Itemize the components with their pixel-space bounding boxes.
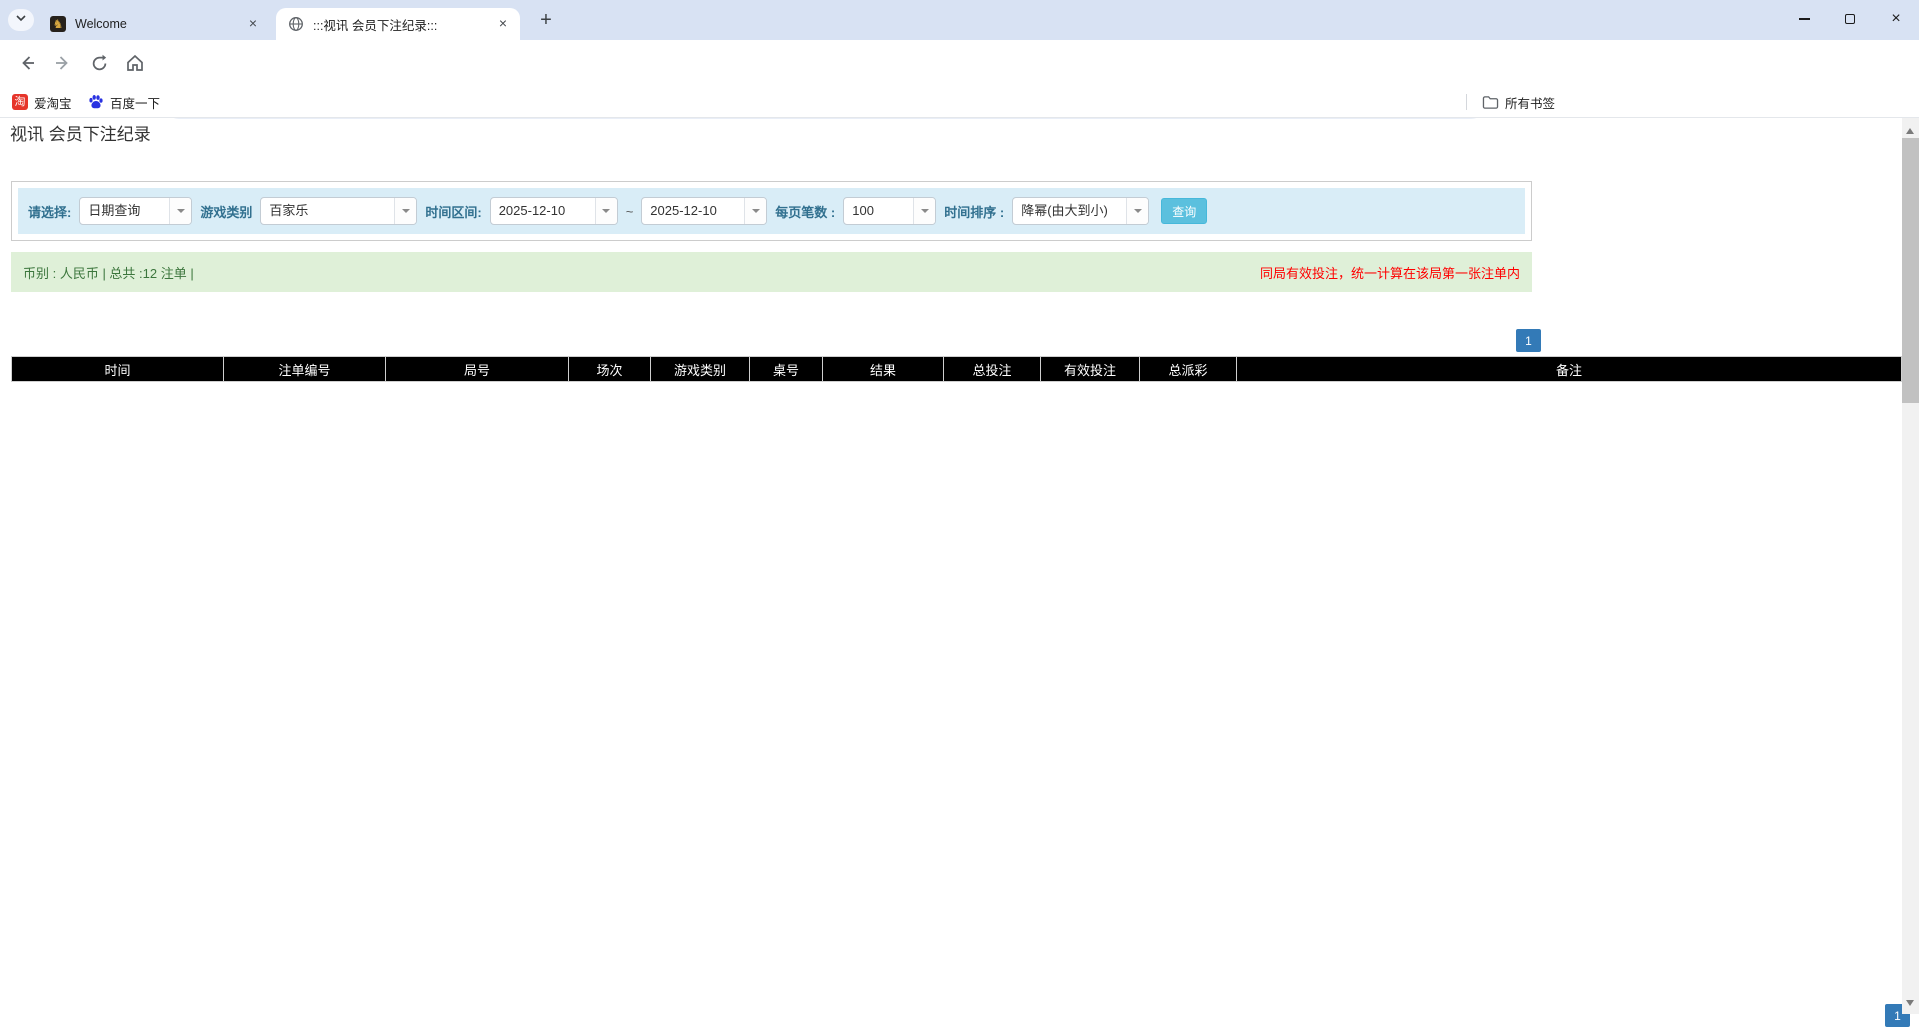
window-controls: × [1781, 0, 1919, 38]
baidu-paw-icon [88, 94, 104, 110]
bookmarks-bar: 淘 爱淘宝 百度一下 所有书签 [0, 86, 1919, 118]
summary-bar: 币别 : 人民币 | 总共 :12 注单 | 同局有效投注，统一计算在该局第一张… [11, 252, 1532, 292]
date-start-value: 2025-12-10 [491, 198, 595, 224]
column-header: 总派彩 [1140, 357, 1237, 382]
column-header: 游戏类别 [651, 357, 750, 382]
bookmark-label: 百度一下 [110, 93, 160, 112]
scroll-down-icon[interactable] [1906, 1000, 1914, 1010]
valid-bet-note: 同局有效投注，统一计算在该局第一张注单内 [1260, 263, 1520, 282]
date-end-value: 2025-12-10 [642, 198, 744, 224]
chevron-down-icon [15, 11, 27, 29]
select-label: 请选择: [28, 202, 71, 221]
search-button[interactable]: 查询 [1161, 198, 1207, 224]
all-bookmarks-button[interactable]: 所有书签 [1482, 92, 1555, 112]
chevron-down-icon[interactable] [595, 198, 617, 224]
currency-summary: 币别 : 人民币 | 总共 :12 注单 | [23, 263, 194, 282]
tab-welcome[interactable]: ♞ Welcome × [38, 8, 270, 40]
column-header: 注单编号 [224, 357, 386, 382]
tab-title: :::视讯 会员下注纪录::: [313, 15, 494, 34]
query-type-value: 日期查询 [80, 198, 169, 224]
column-header: 结果 [823, 357, 944, 382]
chevron-down-icon[interactable] [744, 198, 766, 224]
filter-panel: 请选择: 日期查询 游戏类别 百家乐 时间区间: 2025-12-10 ~ 20… [11, 181, 1532, 241]
column-header: 总投注 [944, 357, 1041, 382]
tab-title: Welcome [75, 17, 244, 31]
column-header: 场次 [569, 357, 651, 382]
chevron-down-icon[interactable] [394, 198, 416, 224]
chevron-down-icon[interactable] [1126, 198, 1148, 224]
back-button[interactable] [14, 53, 40, 73]
bookmark-baidu[interactable]: 百度一下 [88, 92, 160, 112]
reload-icon [90, 54, 109, 73]
column-header: 桌号 [750, 357, 823, 382]
per-page-value: 100 [844, 198, 913, 224]
close-window-button[interactable]: × [1873, 0, 1919, 38]
vertical-scrollbar[interactable] [1902, 118, 1919, 1014]
home-button[interactable] [122, 53, 148, 73]
close-tab-icon[interactable]: × [494, 15, 512, 33]
minimize-icon [1799, 18, 1810, 20]
forward-icon [53, 53, 73, 73]
range-separator: ~ [626, 204, 634, 219]
query-type-select[interactable]: 日期查询 [79, 197, 192, 225]
close-tab-icon[interactable]: × [244, 15, 262, 33]
forward-button[interactable] [50, 53, 76, 73]
game-type-select[interactable]: 百家乐 [260, 197, 417, 225]
bookmark-label: 爱淘宝 [34, 93, 72, 112]
game-type-label: 游戏类别 [200, 202, 252, 221]
bet-record-table: 时间注单编号局号场次游戏类别桌号结果总投注有效投注总派彩备注 [11, 356, 1902, 382]
back-icon [17, 53, 37, 73]
browser-toolbar: 66cxkj98.com/game/betrecord_search/kind3… [0, 40, 1919, 86]
home-icon [125, 53, 145, 73]
all-bookmarks-label: 所有书签 [1505, 93, 1555, 112]
tab-strip: ♞ Welcome × :::视讯 会员下注纪录::: × + × [0, 0, 1919, 40]
column-header: 备注 [1237, 357, 1902, 382]
page-title: 视讯 会员下注纪录 [10, 120, 151, 145]
scrollbar-thumb[interactable] [1902, 138, 1919, 403]
game-type-value: 百家乐 [261, 198, 394, 224]
tab-betrecord[interactable]: :::视讯 会员下注纪录::: × [276, 8, 520, 40]
globe-icon [288, 16, 304, 32]
scroll-up-icon[interactable] [1906, 124, 1914, 134]
column-header: 有效投注 [1041, 357, 1140, 382]
table-header-row: 时间注单编号局号场次游戏类别桌号结果总投注有效投注总派彩备注 [12, 357, 1902, 382]
bookmarks-divider [1466, 94, 1467, 110]
page-number-button[interactable]: 1 [1516, 329, 1541, 352]
filter-strip: 请选择: 日期查询 游戏类别 百家乐 时间区间: 2025-12-10 ~ 20… [18, 188, 1525, 234]
sort-label: 时间排序 : [944, 202, 1004, 221]
per-page-select[interactable]: 100 [843, 197, 936, 225]
bookmark-taobao[interactable]: 淘 爱淘宝 [12, 92, 72, 112]
taobao-icon: 淘 [12, 94, 28, 110]
sort-select[interactable]: 降幂(由大到小) [1012, 197, 1149, 225]
close-icon: × [1891, 14, 1900, 24]
date-range-label: 时间区间: [425, 202, 481, 221]
welcome-favicon-icon: ♞ [50, 16, 66, 32]
column-header: 时间 [12, 357, 224, 382]
bet-record-table-wrap: 时间注单编号局号场次游戏类别桌号结果总投注有效投注总派彩备注 [11, 356, 1901, 382]
maximize-icon [1845, 14, 1855, 24]
column-header: 局号 [386, 357, 569, 382]
reload-button[interactable] [86, 53, 112, 73]
maximize-button[interactable] [1827, 0, 1873, 38]
new-tab-button[interactable]: + [534, 9, 558, 33]
per-page-label: 每页笔数 : [775, 202, 835, 221]
sort-value: 降幂(由大到小) [1013, 198, 1126, 224]
tab-search-button[interactable] [8, 9, 34, 31]
folder-icon [1482, 95, 1499, 110]
minimize-button[interactable] [1781, 0, 1827, 38]
chevron-down-icon[interactable] [913, 198, 935, 224]
date-start-select[interactable]: 2025-12-10 [490, 197, 618, 225]
chevron-down-icon[interactable] [169, 198, 191, 224]
date-end-select[interactable]: 2025-12-10 [641, 197, 767, 225]
